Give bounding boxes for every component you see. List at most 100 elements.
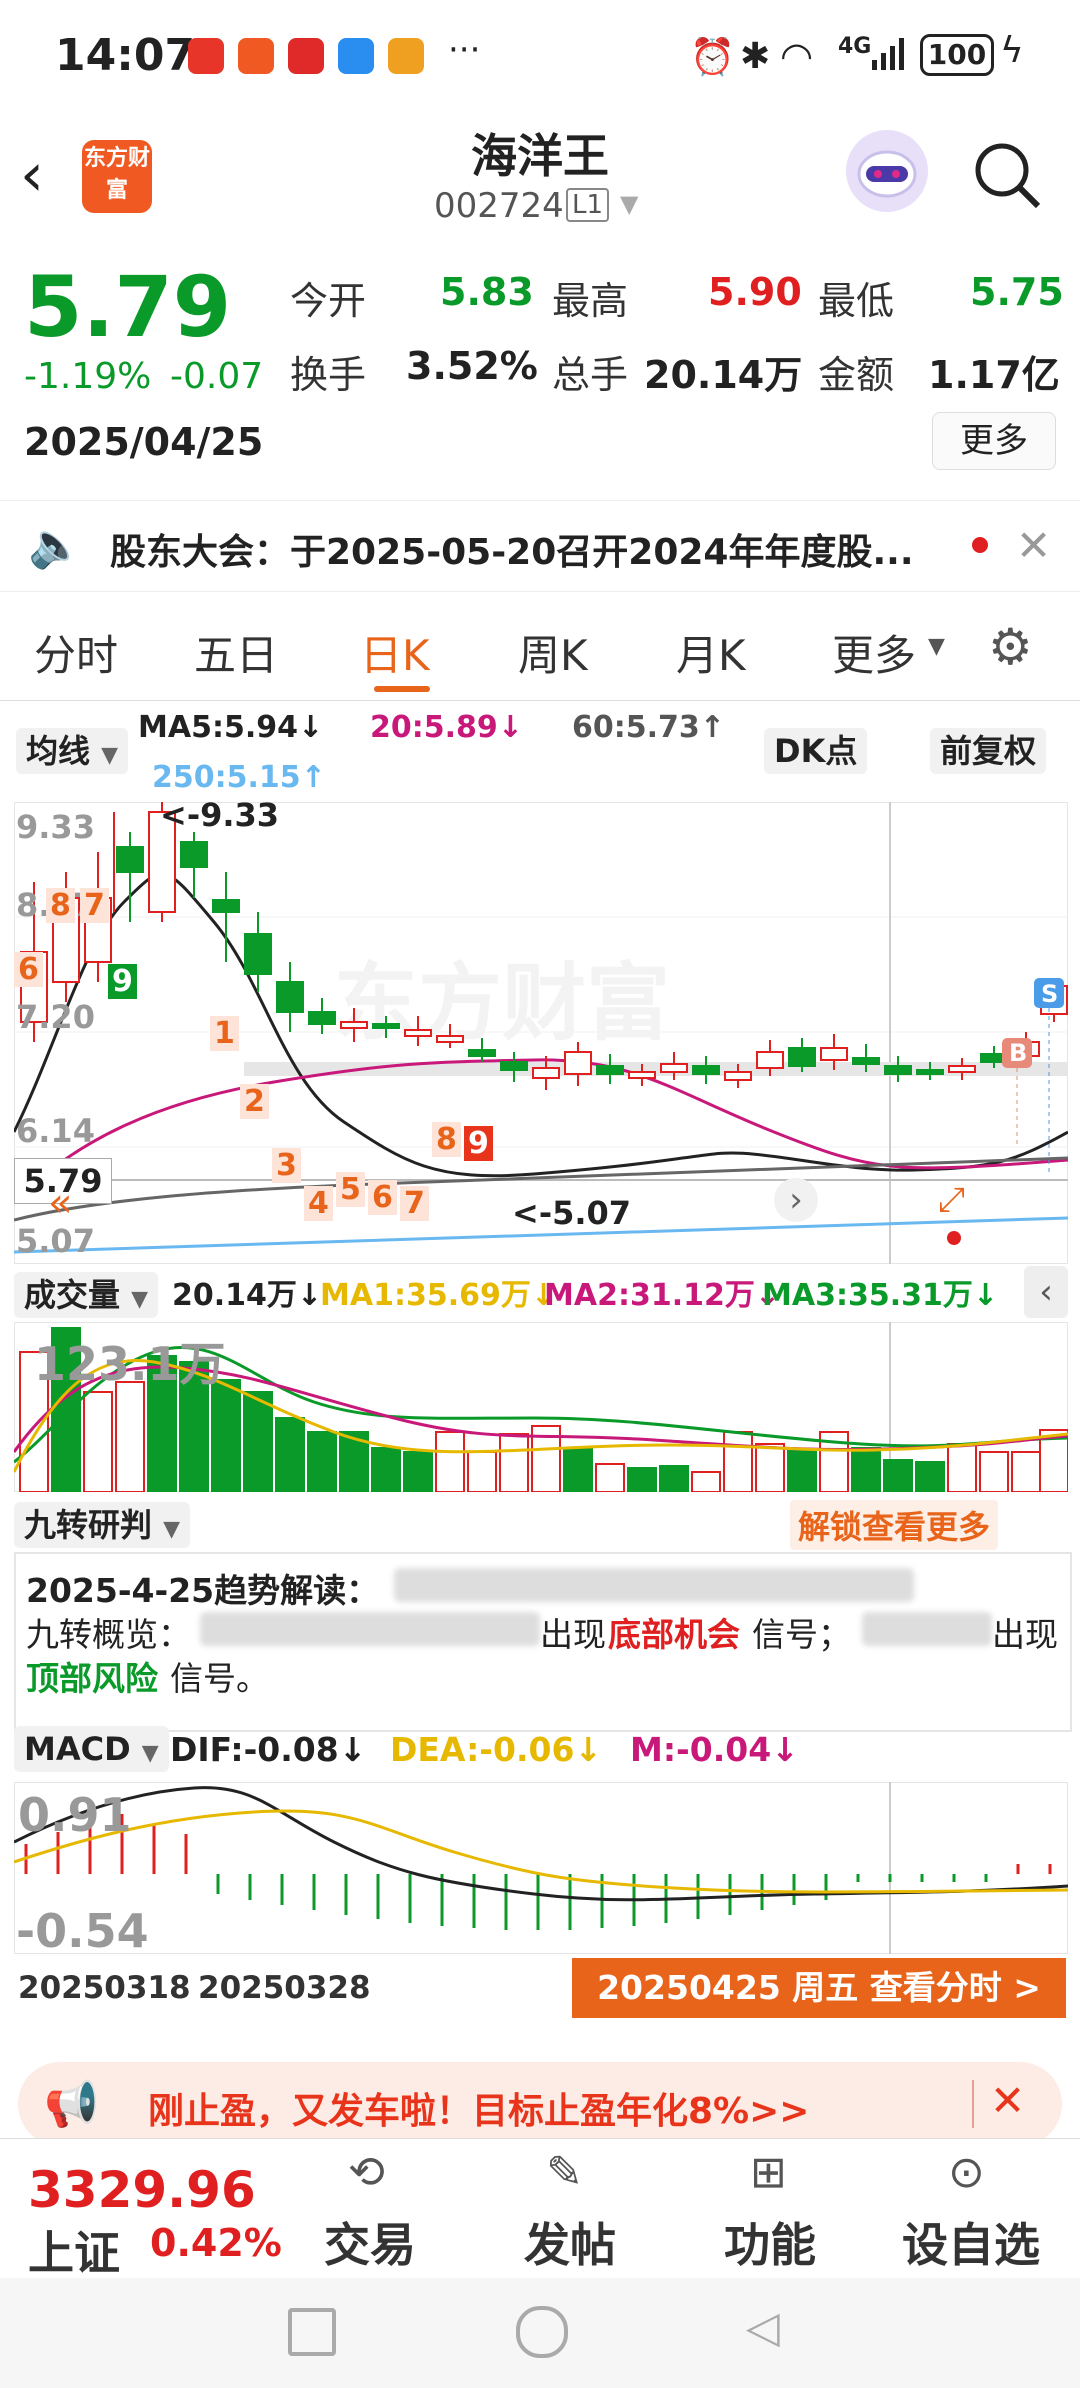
- macd-dea-legend: DEA:-0.06↓: [390, 1730, 603, 1769]
- view-intraday-button[interactable]: 20250425 周五 查看分时 >: [572, 1958, 1066, 2018]
- volume-chart[interactable]: 123.1万: [12, 1321, 1069, 1493]
- nav-functions[interactable]: ⊞ 功能: [720, 2147, 830, 2272]
- wifi-icon: ◠: [780, 34, 814, 78]
- candle-body: [884, 1065, 912, 1075]
- volume-bar: [787, 1449, 817, 1493]
- back-nav-icon[interactable]: ◁: [746, 2302, 780, 2353]
- tab-five-day[interactable]: 五日: [194, 622, 278, 683]
- battery-indicator: 100: [920, 34, 994, 76]
- promo-close-icon[interactable]: ✕: [990, 2076, 1025, 2125]
- low-label: 最低: [818, 279, 895, 323]
- recent-apps-icon[interactable]: [288, 2308, 336, 2356]
- notification-icon: [338, 38, 374, 74]
- candle-body: [212, 899, 240, 913]
- low-value: 5.75: [970, 270, 1064, 314]
- promo-banner[interactable]: 📢 刚止盈，又发车啦！目标止盈年化8%>> ✕: [18, 2062, 1062, 2146]
- promo-text[interactable]: 刚止盈，又发车啦！目标止盈年化8%>>: [148, 2082, 809, 2134]
- ma60-legend: 60:5.73↑: [572, 710, 725, 745]
- nine-turn-number: 1: [210, 1016, 239, 1051]
- grid-icon: ⊞: [750, 2147, 787, 2198]
- home-icon[interactable]: [516, 2306, 568, 2358]
- volume-ma1-legend: MA1:35.69万↓: [320, 1278, 556, 1313]
- y-axis-label: 5.07: [16, 1222, 95, 1260]
- volume-indicator-select[interactable]: 成交量 ▼: [14, 1270, 159, 1318]
- search-icon[interactable]: [972, 140, 1042, 210]
- nav-trade[interactable]: ⟲ 交易: [320, 2147, 430, 2272]
- level-badge: L1: [566, 188, 610, 222]
- adjust-select-button[interactable]: 前复权: [930, 726, 1047, 774]
- volume-bar: [211, 1379, 241, 1493]
- nine-turn-interpretation: 2025-4-25趋势解读： 九转概览： 出现 底部机会 信号； 出现 顶部风险…: [14, 1552, 1072, 1732]
- nine-turn-number: 6: [368, 1180, 397, 1215]
- volume-bar: [115, 1381, 145, 1493]
- bluetooth-icon: ✱: [740, 36, 771, 77]
- status-bar: 14:07 ··· ⏰ ✱ ◠ 4G 100 ϟ: [0, 0, 1080, 110]
- speaker-icon: 🔈: [28, 520, 83, 571]
- nine-turn-overview-label: 九转概览：: [26, 1615, 191, 1654]
- x-axis-date: 20250328: [198, 1970, 371, 2006]
- macd-chart[interactable]: 0.91 -0.54: [13, 1781, 1069, 1958]
- volume-bar: [979, 1451, 1009, 1493]
- nine-turn-number: 8: [432, 1122, 461, 1157]
- nine-turn-number: 8: [46, 888, 75, 923]
- index-value[interactable]: 3329.96: [28, 2161, 256, 2219]
- blurred-content: [200, 1612, 540, 1646]
- stock-code: 002724: [434, 186, 564, 226]
- turnover-label: 换手: [290, 353, 367, 397]
- candle-body: [756, 1051, 784, 1069]
- quote-panel: 5.79 -1.19% -0.07 2025/04/25 今开 5.83 最高 …: [0, 240, 1080, 480]
- volume-bar: [275, 1417, 305, 1493]
- open-value: 5.83: [440, 270, 534, 314]
- megaphone-icon: 📢: [44, 2079, 99, 2130]
- nine-turn-number: 6: [14, 952, 43, 987]
- tab-monthly-k[interactable]: 月K: [676, 622, 746, 683]
- nine-turn-number: 9: [464, 1126, 493, 1161]
- nine-turn-number: 3: [272, 1148, 301, 1183]
- dk-point-button[interactable]: DK点: [764, 726, 868, 774]
- high-value: 5.90: [708, 270, 802, 314]
- tab-weekly-k[interactable]: 周K: [518, 622, 588, 683]
- expand-chart-icon[interactable]: ⤢: [938, 1180, 965, 1220]
- candle-body: [820, 1047, 848, 1061]
- settings-gear-icon[interactable]: ⚙: [988, 618, 1033, 676]
- nav-add-watchlist[interactable]: ⊙ 设自选: [898, 2147, 1058, 2272]
- collapse-panel-icon[interactable]: ‹: [1024, 1266, 1068, 1318]
- announcement-bar[interactable]: 🔈 股东大会：于2025-05-20召开2024年年度股... ✕: [0, 500, 1080, 592]
- chevron-down-icon[interactable]: ▼: [620, 190, 638, 218]
- high-label: 最高: [552, 279, 629, 323]
- macd-y-top: 0.91: [18, 1788, 132, 1842]
- nine-turn-select[interactable]: 九转研判 ▼: [14, 1500, 191, 1548]
- amount-value: 1.17亿: [928, 353, 1060, 397]
- scroll-far-left-icon[interactable]: «: [48, 1180, 72, 1226]
- more-quote-button[interactable]: 更多: [932, 412, 1056, 470]
- candle-body: [788, 1047, 816, 1067]
- tab-intraday[interactable]: 分时: [34, 622, 118, 683]
- amount-label: 金额: [818, 353, 895, 397]
- charging-icon: ϟ: [1000, 30, 1024, 71]
- macd-indicator-select[interactable]: MACD ▼: [14, 1726, 169, 1772]
- robot-assistant-icon[interactable]: [846, 130, 928, 212]
- volume-bar: [947, 1443, 977, 1493]
- volume-bar: [883, 1459, 913, 1493]
- announcement-text[interactable]: 股东大会：于2025-05-20召开2024年年度股...: [110, 523, 914, 575]
- tab-more[interactable]: 更多: [832, 622, 916, 683]
- index-name[interactable]: 上证: [28, 2217, 120, 2283]
- close-icon[interactable]: ✕: [1016, 521, 1051, 570]
- stock-header: ‹ 东方财富 海洋王 002724 L1 ▼: [0, 110, 1080, 240]
- quote-date: 2025/04/25: [24, 420, 264, 464]
- kline-chart[interactable]: 东方财富 <-9.33 <-5.07 S B 9.33 8.27 7.20 6.…: [12, 796, 1069, 1265]
- nav-post[interactable]: ✎ 发帖: [520, 2147, 630, 2272]
- overview-text: 信号。: [170, 1659, 269, 1698]
- nine-turn-number: 7: [80, 888, 109, 923]
- volume-bar: [915, 1461, 945, 1493]
- candle-body: [692, 1065, 720, 1075]
- tab-daily-k[interactable]: 日K: [360, 622, 430, 683]
- candle-body: [340, 1021, 368, 1029]
- system-navigation: ◁: [0, 2278, 1080, 2388]
- volume-bar: [435, 1431, 465, 1493]
- ma-indicator-select[interactable]: 均线 ▼: [16, 726, 129, 774]
- signal-icon: [872, 38, 906, 70]
- unlock-more-button[interactable]: 解锁查看更多: [790, 1500, 999, 1550]
- notification-icon: [188, 38, 224, 74]
- scroll-right-icon[interactable]: ›: [774, 1178, 818, 1222]
